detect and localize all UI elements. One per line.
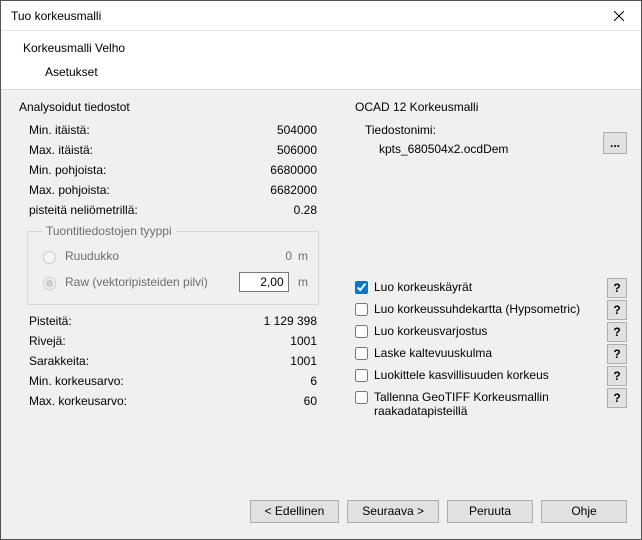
min-east-label: Min. itäistä:: [29, 123, 90, 137]
shade-checkbox[interactable]: [355, 325, 368, 338]
wizard-header: Korkeusmalli Velho Asetukset: [1, 31, 641, 89]
min-north-label: Min. pohjoista:: [29, 163, 106, 177]
wizard-subtitle: Asetukset: [45, 65, 641, 79]
filename-label: Tiedostonimi:: [351, 120, 627, 140]
cols-label: Sarakkeita:: [29, 354, 89, 368]
rows-value: 1001: [290, 334, 317, 348]
prev-button[interactable]: < Edellinen: [250, 500, 340, 523]
window-title: Tuo korkeusmalli: [11, 9, 101, 23]
contours-help[interactable]: ?: [607, 278, 627, 298]
cancel-button[interactable]: Peruuta: [447, 500, 533, 523]
raw-label-text: Raw (vektoripisteiden pilvi): [65, 275, 208, 289]
grid-unit: m: [298, 249, 308, 263]
raw-radio-label: Raw (vektoripisteiden pilvi): [38, 274, 208, 290]
raw-radio: [43, 277, 56, 290]
options-list: Luo korkeuskäyrät ? Luo korkeussuhdekart…: [351, 276, 627, 422]
work-area: Analysoidut tiedostot Min. itäistä: 50400…: [1, 89, 641, 501]
raw-unit: m: [298, 275, 308, 289]
slope-help[interactable]: ?: [607, 344, 627, 364]
max-east-label: Max. itäistä:: [29, 143, 93, 157]
filename-value: kpts_680504x2.ocdDem: [379, 140, 627, 156]
classify-checkbox[interactable]: [355, 369, 368, 382]
slope-checkbox[interactable]: [355, 347, 368, 360]
min-east-value: 504000: [277, 123, 317, 137]
minz-label: Min. korkeusarvo:: [29, 374, 124, 388]
shade-label: Luo korkeusvarjostus: [374, 324, 487, 338]
raw-value-input[interactable]: [239, 272, 289, 292]
grid-radio-label: Ruudukko: [38, 248, 119, 264]
grid-label-text: Ruudukko: [65, 249, 119, 263]
max-north-value: 6682000: [270, 183, 317, 197]
hypso-label: Luo korkeussuhdekartta (Hypsometric): [374, 302, 580, 316]
geotiff-checkbox[interactable]: [355, 391, 368, 404]
grid-value: 0: [285, 249, 292, 263]
grid-radio: [43, 251, 56, 264]
contours-label: Luo korkeuskäyrät: [374, 280, 472, 294]
browse-button[interactable]: ...: [603, 132, 627, 154]
wizard-title: Korkeusmalli Velho: [23, 41, 641, 55]
points-label: Pisteitä:: [29, 314, 72, 328]
rows-label: Rivejä:: [29, 334, 66, 348]
density-value: 0.28: [294, 203, 317, 217]
import-type-group: Tuontitiedostojen tyyppi Ruudukko 0m Raw…: [27, 224, 319, 305]
classify-label: Luokittele kasvillisuuden korkeus: [374, 368, 549, 382]
wizard-buttons: < Edellinen Seuraava > Peruuta Ohje: [1, 483, 641, 539]
output-title: OCAD 12 Korkeusmalli: [355, 100, 627, 114]
geotiff-label: Tallenna GeoTIFF Korkeusmallin raakadata…: [374, 390, 564, 418]
points-value: 1 129 398: [264, 314, 317, 328]
hypso-help[interactable]: ?: [607, 300, 627, 320]
import-type-title: Tuontitiedostojen tyyppi: [42, 224, 176, 238]
cols-value: 1001: [290, 354, 317, 368]
maxz-label: Max. korkeusarvo:: [29, 394, 127, 408]
slope-label: Laske kaltevuuskulma: [374, 346, 492, 360]
density-label: pisteitä neliömetrillä:: [29, 203, 138, 217]
output-panel: OCAD 12 Korkeusmalli Tiedostonimi: kpts_…: [351, 100, 627, 490]
geotiff-help[interactable]: ?: [607, 388, 627, 408]
shade-help[interactable]: ?: [607, 322, 627, 342]
hypso-checkbox[interactable]: [355, 303, 368, 316]
next-button[interactable]: Seuraava >: [347, 500, 439, 523]
contours-checkbox[interactable]: [355, 281, 368, 294]
help-button[interactable]: Ohje: [541, 500, 627, 523]
analysis-title: Analysoidut tiedostot: [19, 100, 325, 114]
minz-value: 6: [310, 374, 317, 388]
analysis-panel: Analysoidut tiedostot Min. itäistä: 50400…: [15, 100, 325, 490]
titlebar: Tuo korkeusmalli: [1, 1, 641, 31]
maxz-value: 60: [304, 394, 317, 408]
classify-help[interactable]: ?: [607, 366, 627, 386]
max-east-value: 506000: [277, 143, 317, 157]
min-north-value: 6680000: [270, 163, 317, 177]
close-button[interactable]: [596, 1, 641, 31]
max-north-label: Max. pohjoista:: [29, 183, 110, 197]
close-icon: [614, 11, 624, 21]
